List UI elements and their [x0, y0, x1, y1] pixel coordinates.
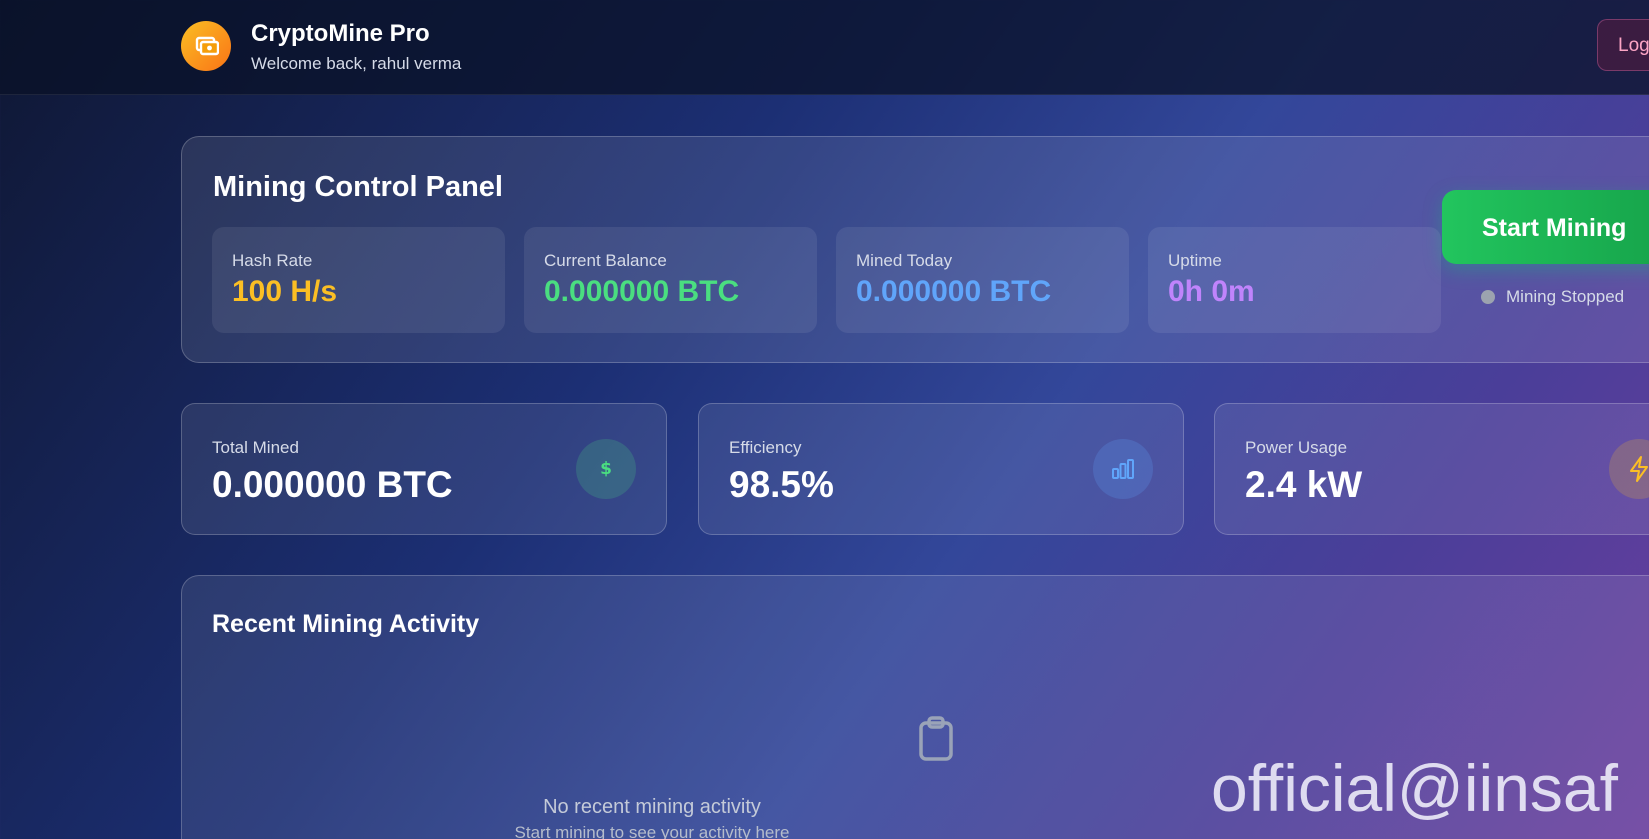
card-efficiency: Efficiency 98.5%: [698, 403, 1184, 535]
logo: [181, 21, 231, 71]
stat-current-balance: Current Balance 0.000000 BTC: [524, 227, 817, 333]
card-label: Total Mined: [212, 438, 299, 457]
wallet-icon: [195, 36, 219, 56]
card-value: 98.5%: [729, 464, 834, 505]
stat-uptime: Uptime 0h 0m: [1148, 227, 1441, 333]
mining-control-panel: Mining Control Panel Hash Rate 100 H/s C…: [181, 136, 1649, 363]
stat-label: Uptime: [1168, 251, 1222, 270]
dollar-icon: $: [576, 439, 636, 499]
mining-status: Mining Stopped: [1481, 287, 1624, 307]
stat-hash-rate: Hash Rate 100 H/s: [212, 227, 505, 333]
status-text: Mining Stopped: [1506, 287, 1625, 306]
status-dot-icon: [1481, 290, 1495, 304]
stat-label: Mined Today: [856, 251, 953, 270]
top-bar: CryptoMine Pro Welcome back, rahul verma…: [0, 0, 1649, 95]
stat-label: Current Balance: [544, 251, 667, 270]
bar-chart-icon: [1093, 439, 1153, 499]
logout-button[interactable]: Log: [1597, 19, 1649, 71]
stat-label: Hash Rate: [232, 251, 313, 270]
start-mining-button[interactable]: Start Mining: [1442, 190, 1649, 264]
stat-value: 0h 0m: [1168, 275, 1255, 308]
card-value: 0.000000 BTC: [212, 464, 453, 505]
app-title: CryptoMine Pro: [251, 20, 430, 47]
card-value: 2.4 kW: [1245, 464, 1363, 505]
stat-value: 0.000000 BTC: [544, 275, 740, 308]
activity-title: Recent Mining Activity: [212, 610, 480, 638]
card-label: Power Usage: [1245, 438, 1348, 457]
card-label: Efficiency: [729, 438, 802, 457]
watermark: official@iinsaf: [1211, 751, 1618, 825]
panel-title: Mining Control Panel: [213, 171, 503, 203]
card-total-mined: Total Mined 0.000000 BTC $: [181, 403, 667, 535]
clipboard-icon: [919, 716, 953, 761]
stat-value: 100 H/s: [232, 275, 338, 308]
stat-mined-today: Mined Today 0.000000 BTC: [836, 227, 1129, 333]
card-power-usage: Power Usage 2.4 kW: [1214, 403, 1649, 535]
lightning-icon: [1609, 439, 1649, 499]
stat-value: 0.000000 BTC: [856, 275, 1052, 308]
welcome-message: Welcome back, rahul verma: [251, 54, 462, 73]
